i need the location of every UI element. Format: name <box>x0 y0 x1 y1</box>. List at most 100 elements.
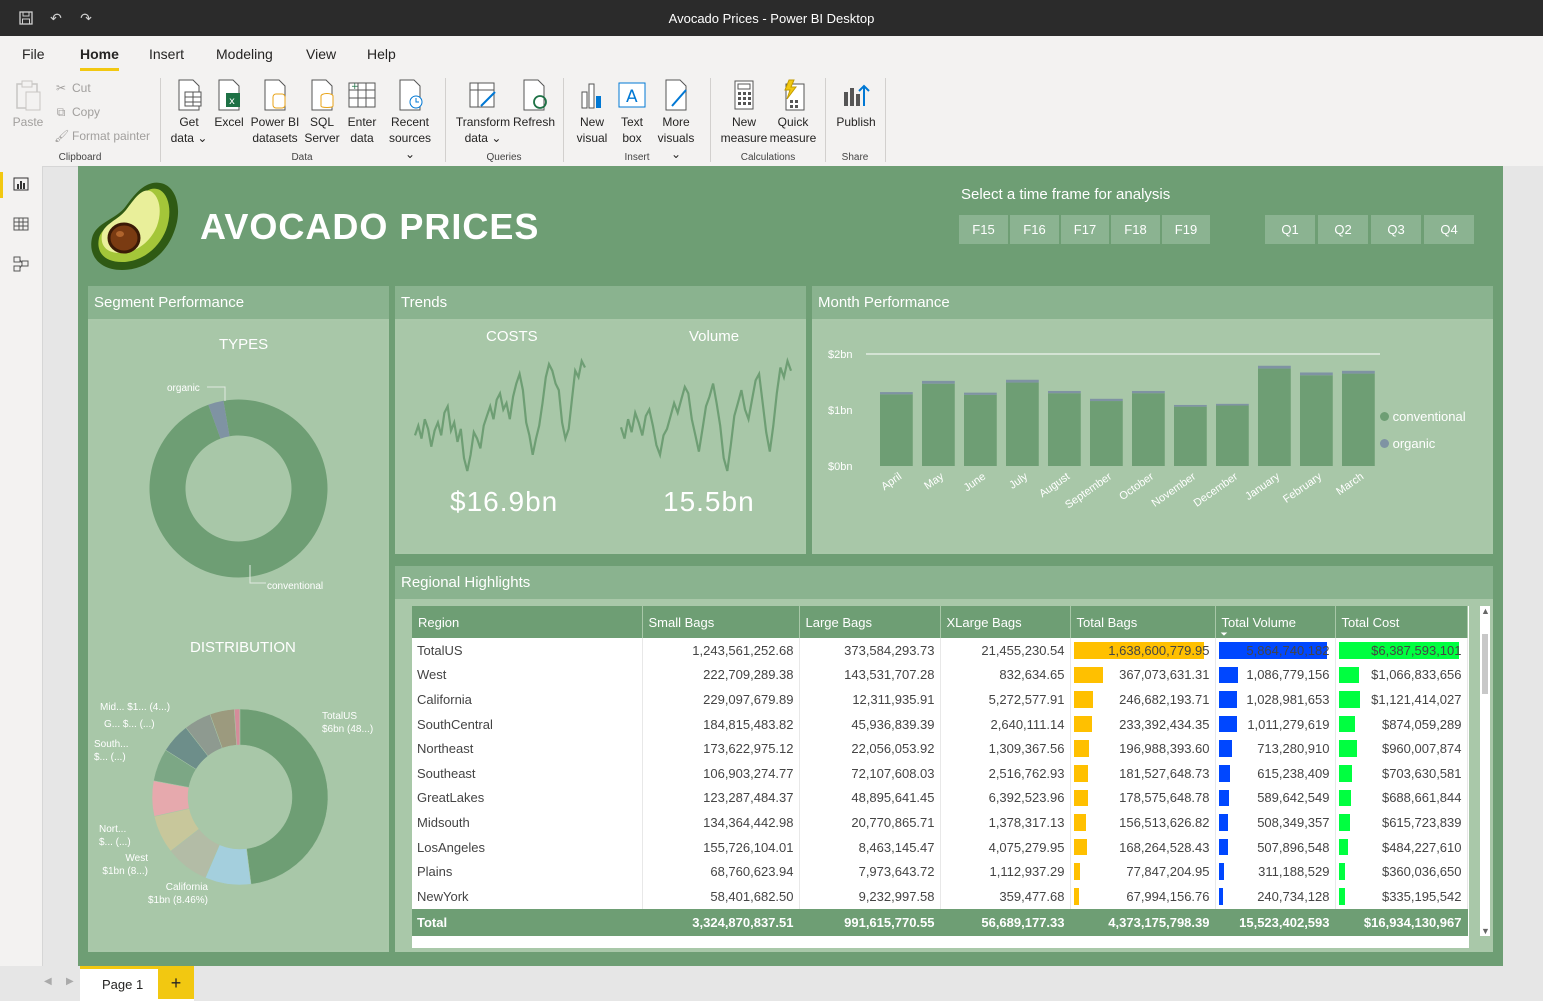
scroll-down-icon[interactable]: ▼ <box>1481 926 1490 936</box>
divider <box>710 78 711 162</box>
quarter-button-q2[interactable]: Q2 <box>1318 215 1368 244</box>
publish-button[interactable]: Publish <box>834 78 878 130</box>
scroll-thumb[interactable] <box>1482 634 1488 694</box>
paste-button[interactable]: Paste <box>10 78 46 130</box>
bar-organic <box>1300 372 1333 376</box>
column-header-total-cost[interactable]: Total Cost <box>1335 606 1468 638</box>
regional-table: Region Small Bags Large Bags XLarge Bags… <box>412 606 1469 948</box>
column-header-large-bags[interactable]: Large Bags <box>799 606 941 638</box>
cell-value: 196,988,393.60 <box>1119 741 1210 757</box>
table-scrollbar[interactable]: ▲ ▼ <box>1480 606 1490 936</box>
get-data-button[interactable]: Get data ⌄ <box>166 78 212 146</box>
table-row[interactable]: California 229,097,679.89 12,311,935.91 5,2… <box>412 687 1468 712</box>
bar-organic <box>922 380 955 384</box>
enter-data-button[interactable]: + Enter data <box>343 78 381 146</box>
quick-measure-icon <box>784 79 805 111</box>
tab-view[interactable]: View <box>306 46 336 62</box>
bar-conventional <box>1342 373 1375 466</box>
data-bar <box>1218 887 1223 905</box>
cell-value: 155,726,104.01 <box>642 834 800 860</box>
scroll-left-icon[interactable]: ◀ <box>44 976 52 987</box>
quick-measure-button[interactable]: Quick measure <box>768 78 818 146</box>
year-button-f19[interactable]: F19 <box>1162 215 1210 244</box>
table-row[interactable]: Plains 68,760,623.94 7,973,643.72 1,112,937… <box>412 859 1468 884</box>
refresh-button[interactable]: Refresh <box>512 78 556 130</box>
table-row[interactable]: Northeast 173,622,975.12 22,056,053.92 1,30… <box>412 736 1468 761</box>
new-measure-button[interactable]: New measure <box>720 78 768 146</box>
data-view-icon[interactable] <box>11 215 31 235</box>
cell-total-volume: 5,864,740,182 <box>1215 638 1336 663</box>
dist-label-west: West $1bn (8...) <box>98 852 148 878</box>
year-button-f15[interactable]: F15 <box>959 215 1008 244</box>
volume-sparkline <box>619 357 793 472</box>
year-button-f17[interactable]: F17 <box>1061 215 1109 244</box>
excel-button[interactable]: x Excel <box>212 78 246 130</box>
data-bar <box>1073 838 1087 856</box>
cut-button[interactable]: ✂ Cut <box>54 79 91 97</box>
table-row[interactable]: Midsouth 134,364,442.98 20,770,865.71 1,378… <box>412 810 1468 835</box>
tab-help[interactable]: Help <box>367 46 396 62</box>
column-header-region[interactable]: Region <box>412 606 643 638</box>
cell-value: 184,815,483.82 <box>642 711 800 737</box>
table-row[interactable]: NewYork 58,401,682.50 9,232,997.58 359,477.… <box>412 883 1468 909</box>
bar-conventional <box>1258 368 1291 466</box>
new-visual-label-2: visual <box>576 131 608 145</box>
dist-label-mid: Mid... $1... (4...) <box>100 702 171 713</box>
cell-total-volume: 1,028,981,653 <box>1215 687 1336 712</box>
quarter-button-q3[interactable]: Q3 <box>1371 215 1421 244</box>
excel-icon: x <box>218 79 240 111</box>
cell-total-bags: 181,527,648.73 <box>1070 760 1216 786</box>
cell-total-bags: 233,392,434.35 <box>1070 711 1216 737</box>
format-painter-button[interactable]: 🖌 Format painter <box>54 127 150 145</box>
text-box-label-2: box <box>622 131 642 145</box>
column-header-total-bags[interactable]: Total Bags <box>1070 606 1216 638</box>
data-bar <box>1073 764 1088 782</box>
more-visuals-button[interactable]: More visuals ⌄ <box>652 78 700 162</box>
year-button-f16[interactable]: F16 <box>1010 215 1059 244</box>
cell-value: 507,896,548 <box>1257 839 1330 855</box>
table-row[interactable]: GreatLakes 123,287,484.37 48,895,641.45 6,3… <box>412 785 1468 811</box>
cell-value: 77,847,204.95 <box>1126 864 1210 880</box>
tab-file[interactable]: File <box>22 46 45 62</box>
total-value: 15,523,402,593 <box>1215 908 1336 936</box>
cell-value: $360,036,650 <box>1381 864 1462 880</box>
scroll-up-icon[interactable]: ▲ <box>1481 606 1490 616</box>
total-value: 991,615,770.55 <box>799 908 941 936</box>
cell-total-bags: 77,847,204.95 <box>1070 859 1216 884</box>
dist-label-west-name: West <box>125 853 148 864</box>
cell-value: 1,011,279,619 <box>1247 716 1330 732</box>
tab-insert[interactable]: Insert <box>149 46 184 62</box>
year-button-f18[interactable]: F18 <box>1111 215 1160 244</box>
scroll-right-icon[interactable]: ▶ <box>66 976 74 987</box>
text-box-button[interactable]: A Text box <box>614 78 650 146</box>
quarter-button-q1[interactable]: Q1 <box>1265 215 1315 244</box>
model-view-icon[interactable] <box>11 255 31 275</box>
report-view-icon[interactable] <box>11 175 31 195</box>
table-row[interactable]: Southeast 106,903,274.77 72,107,608.03 2,51… <box>412 760 1468 786</box>
cell-region: California <box>412 687 643 712</box>
table-row[interactable]: TotalUS 1,243,561,252.68 373,584,293.73 21,… <box>412 638 1468 663</box>
cell-value: 72,107,608.03 <box>799 760 941 786</box>
cell-value: 123,287,484.37 <box>642 785 800 811</box>
copy-button[interactable]: ⧉ Copy <box>54 103 100 121</box>
trends-body: COSTS $16.9bn Volume 15.5bn <box>397 321 804 552</box>
new-visual-button[interactable]: New visual <box>572 78 612 146</box>
types-title: TYPES <box>219 336 269 353</box>
quarter-button-q4[interactable]: Q4 <box>1424 215 1474 244</box>
transform-data-button[interactable]: Transform data ⌄ <box>454 78 512 146</box>
powerbi-datasets-button[interactable]: Power BI datasets <box>248 78 302 146</box>
sql-server-button[interactable]: SQL Server <box>304 78 340 146</box>
table-row[interactable]: West 222,709,289.38 143,531,707.28 832,634.… <box>412 662 1468 688</box>
more-visuals-label-1: More <box>662 115 690 129</box>
recent-sources-button[interactable]: Recent sources ⌄ <box>383 78 437 162</box>
column-header-total-volume[interactable]: Total Volume ⏷ <box>1215 606 1336 639</box>
insert-group-label: Insert <box>624 152 650 163</box>
column-header-xlarge-bags[interactable]: XLarge Bags <box>940 606 1071 638</box>
table-row[interactable]: SouthCentral 184,815,483.82 45,936,839.39 2… <box>412 711 1468 737</box>
add-page-button[interactable]: + <box>158 968 194 999</box>
column-header-small-bags[interactable]: Small Bags <box>642 606 800 638</box>
tab-modeling[interactable]: Modeling <box>216 46 273 62</box>
table-row[interactable]: LosAngeles 155,726,104.01 8,463,145.47 4,07… <box>412 834 1468 860</box>
cell-value: 1,378,317.13 <box>940 810 1071 835</box>
tab-home[interactable]: Home <box>80 46 119 71</box>
